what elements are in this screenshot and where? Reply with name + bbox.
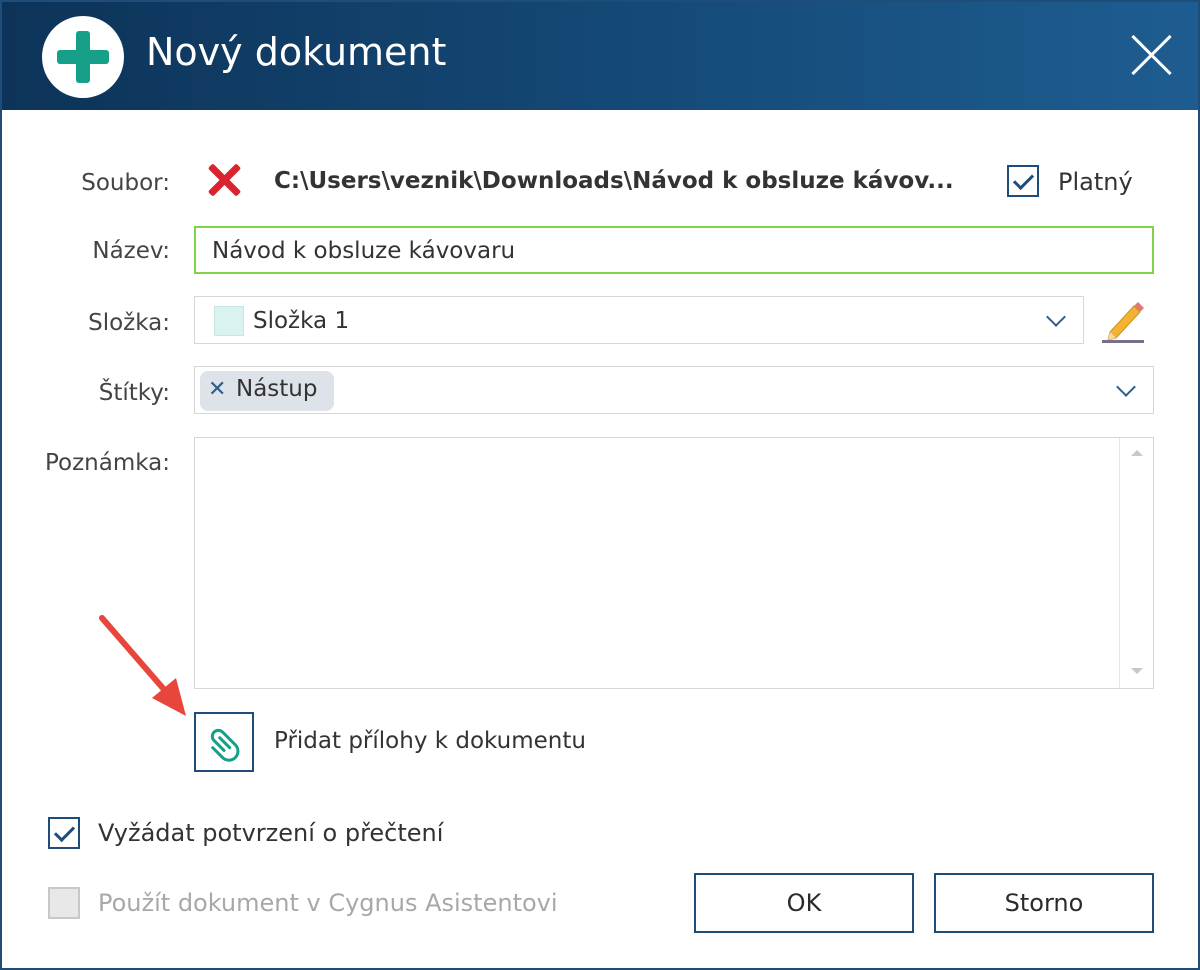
tag-chip: ✕ Nástup bbox=[200, 371, 334, 411]
scroll-up-icon[interactable] bbox=[1131, 450, 1143, 456]
file-label: Soubor: bbox=[81, 170, 170, 196]
file-path: C:\Users\veznik\Downloads\Návod k obsluz… bbox=[274, 168, 954, 194]
close-icon[interactable] bbox=[1128, 32, 1174, 78]
folder-color-swatch bbox=[214, 306, 244, 336]
folder-label: Složka: bbox=[88, 310, 170, 336]
dialog-title: Nový dokument bbox=[146, 30, 447, 74]
tags-label: Štítky: bbox=[98, 380, 170, 406]
name-input[interactable]: Návod k obsluze kávovaru bbox=[194, 226, 1154, 274]
folder-select[interactable]: Složka 1 bbox=[194, 296, 1084, 344]
annotation-arrow-icon bbox=[99, 615, 186, 716]
cancel-button[interactable]: Storno bbox=[934, 873, 1154, 933]
tags-select[interactable] bbox=[194, 366, 1154, 414]
paperclip-icon bbox=[210, 728, 240, 762]
add-attachment-label[interactable]: Přidat přílohy k dokumentu bbox=[274, 728, 586, 754]
pencil-icon[interactable] bbox=[1100, 298, 1146, 346]
folder-select-value: Složka 1 bbox=[253, 308, 350, 334]
scroll-down-icon[interactable] bbox=[1131, 668, 1143, 674]
remove-tag-icon[interactable]: ✕ bbox=[208, 377, 226, 402]
add-attachment-button[interactable] bbox=[194, 712, 254, 772]
plus-icon bbox=[42, 16, 124, 98]
name-input-value: Návod k obsluze kávovaru bbox=[212, 238, 516, 264]
assistant-label: Použít dokument v Cygnus Asistentovi bbox=[98, 889, 558, 917]
note-textarea[interactable] bbox=[194, 437, 1154, 689]
valid-checkbox[interactable] bbox=[1007, 165, 1039, 197]
read-confirm-label: Vyžádat potvrzení o přečtení bbox=[98, 819, 444, 847]
chevron-down-icon bbox=[1046, 307, 1066, 327]
name-label: Název: bbox=[92, 238, 170, 264]
read-confirm-checkbox[interactable] bbox=[48, 817, 80, 849]
new-document-dialog: Nový dokument Soubor: C:\Users\veznik\Do… bbox=[0, 0, 1200, 970]
note-scrollbar[interactable] bbox=[1119, 438, 1153, 688]
title-bar: Nový dokument bbox=[2, 2, 1198, 110]
assistant-checkbox bbox=[48, 887, 80, 919]
valid-label: Platný bbox=[1058, 168, 1133, 196]
chevron-down-icon bbox=[1116, 377, 1136, 397]
ok-button[interactable]: OK bbox=[694, 873, 914, 933]
error-x-icon bbox=[206, 162, 242, 198]
note-label: Poznámka: bbox=[44, 450, 170, 476]
tag-label: Nástup bbox=[236, 376, 318, 402]
